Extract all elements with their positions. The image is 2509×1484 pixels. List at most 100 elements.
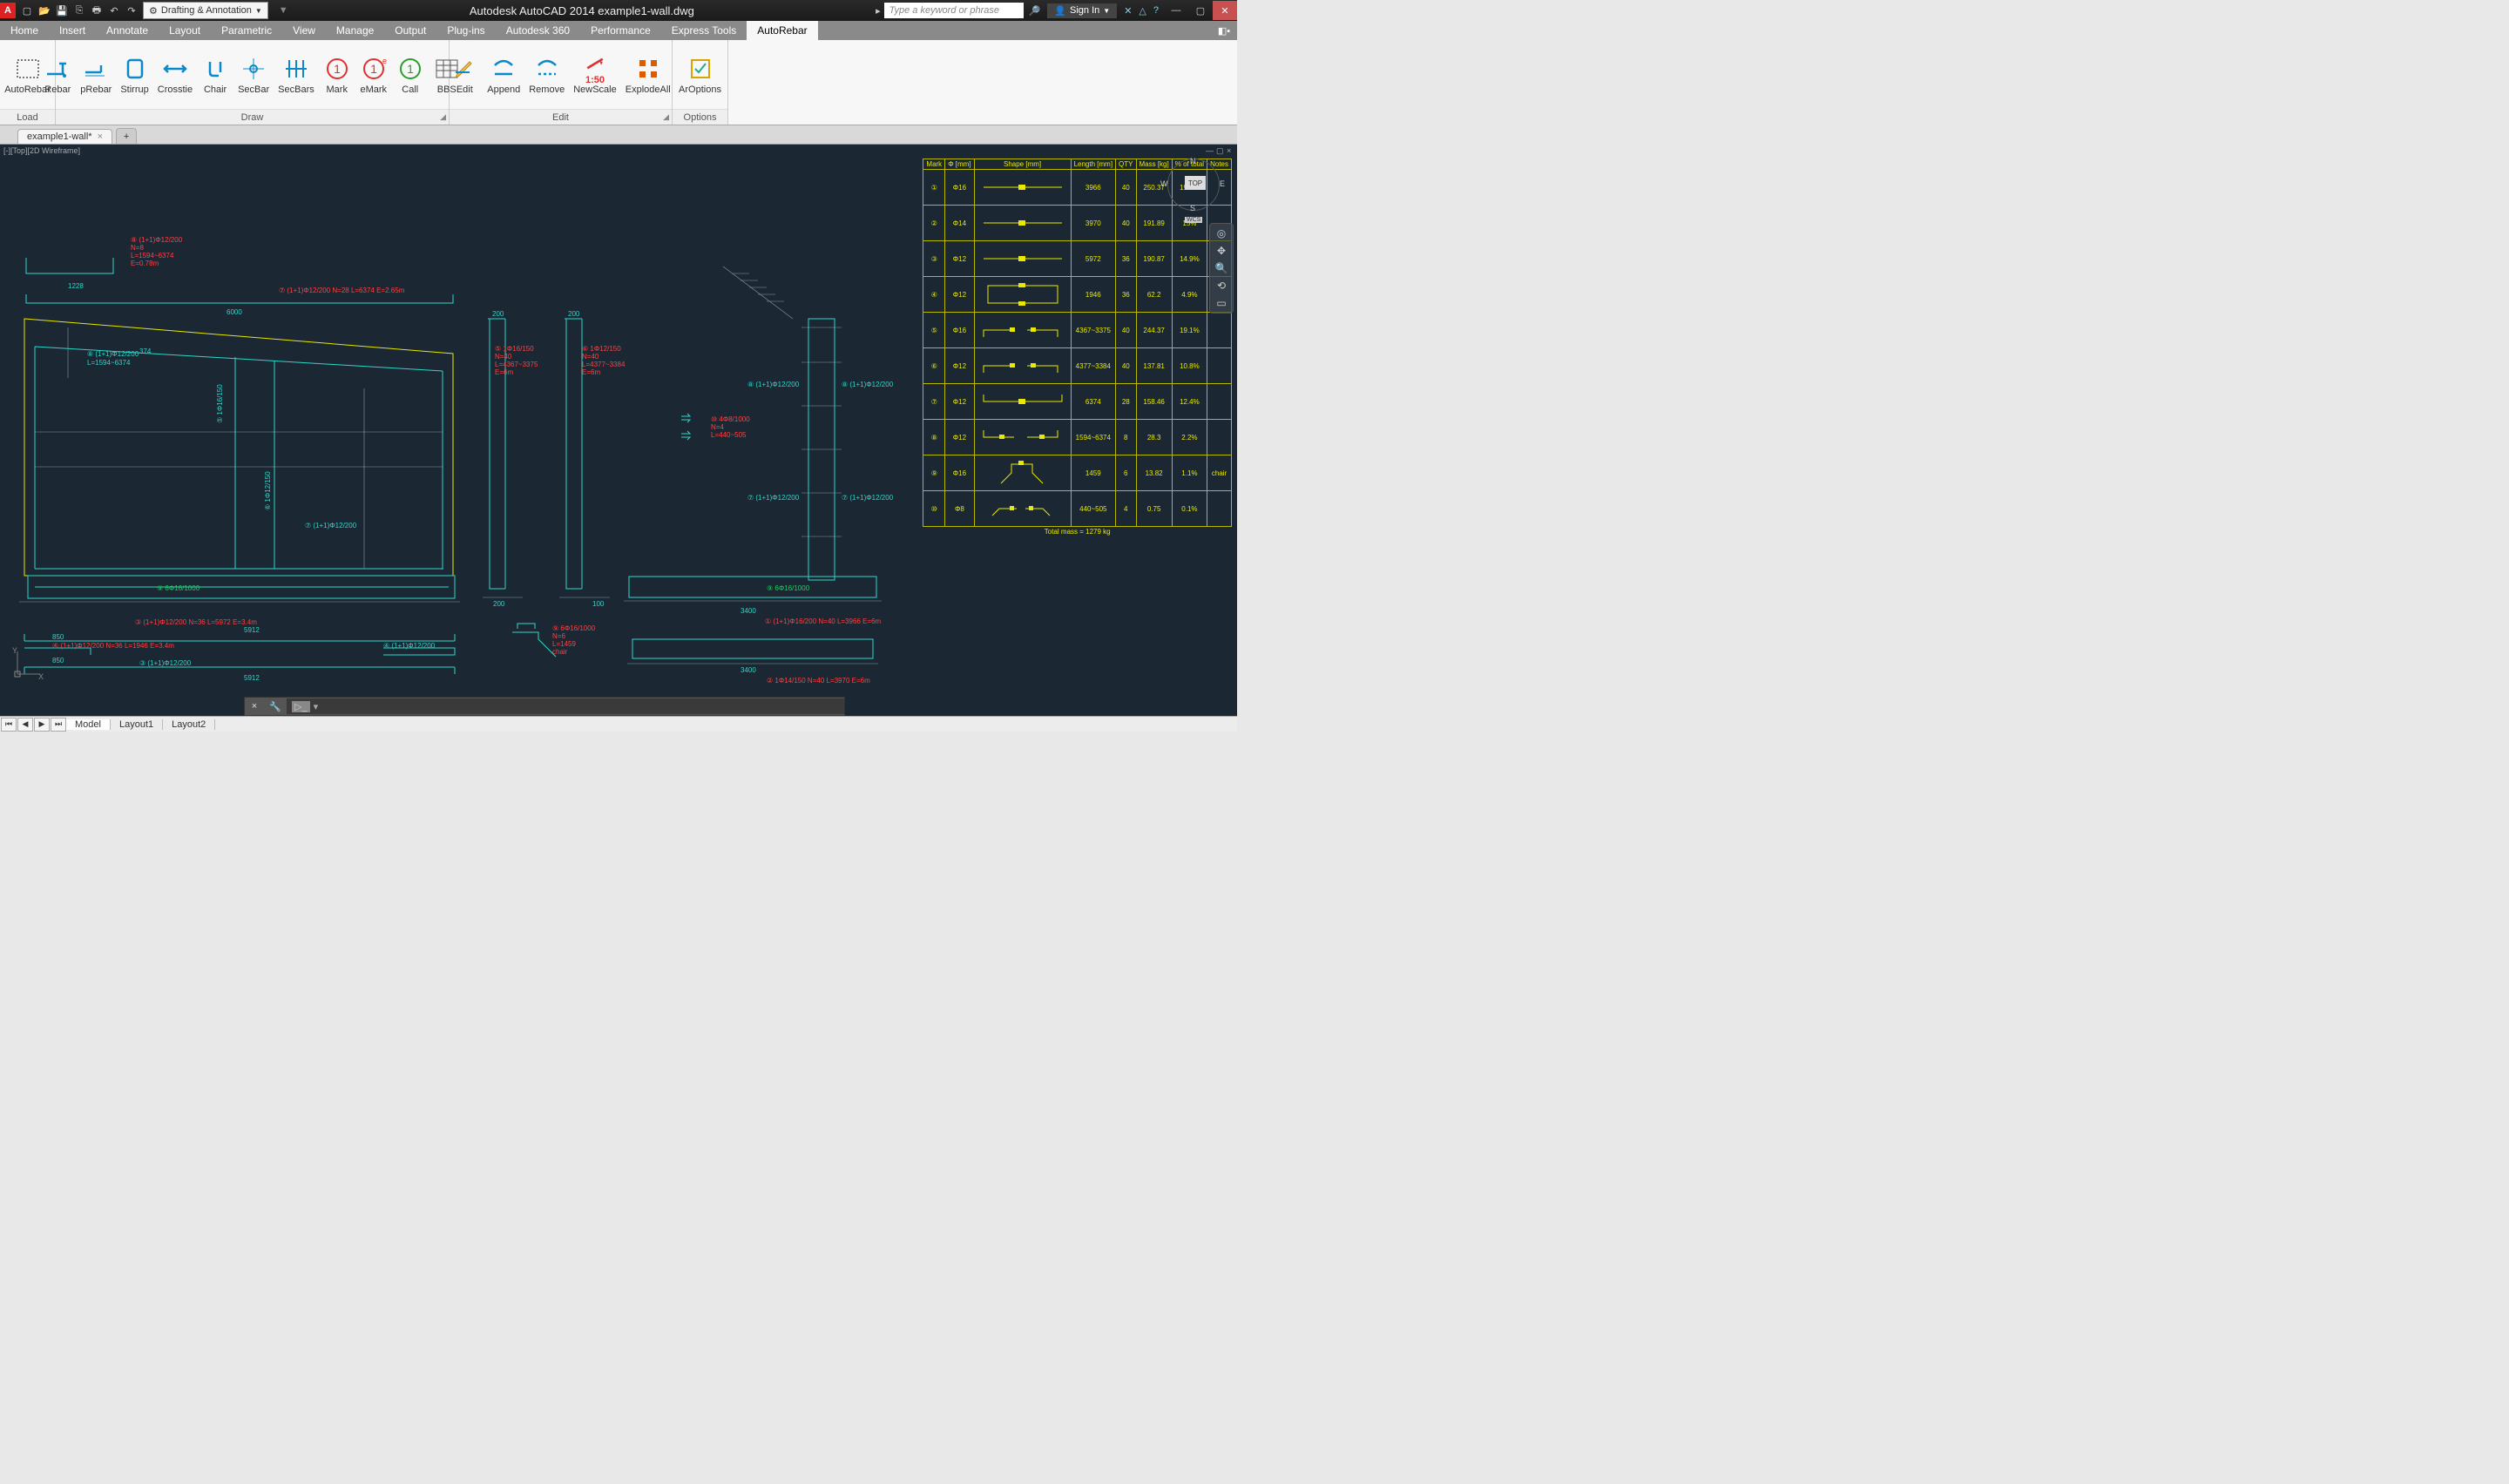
tab-manage[interactable]: Manage xyxy=(326,21,384,40)
next-layout-icon[interactable]: ▶ xyxy=(34,718,50,732)
tab-plug-ins[interactable]: Plug-ins xyxy=(436,21,495,40)
last-layout-icon[interactable]: ⏭ xyxy=(51,718,66,732)
app-menu-icon[interactable]: A xyxy=(0,3,16,18)
cmd-customize-icon[interactable]: 🔧 xyxy=(266,698,285,715)
remove-button[interactable]: Remove xyxy=(525,53,568,97)
call-button[interactable]: 1Call xyxy=(393,53,428,97)
svg-text:⑧ (1+1)Φ12/200: ⑧ (1+1)Φ12/200 xyxy=(842,381,894,388)
schedule-row: ⑦Φ12637428158.4612.4% xyxy=(923,384,1232,420)
zoom-icon[interactable]: 🔍 xyxy=(1215,262,1228,274)
viewport-close-icon[interactable]: × xyxy=(1227,146,1235,155)
redo-icon[interactable]: ↷ xyxy=(124,3,139,18)
orbit-icon[interactable]: ⟲ xyxy=(1217,280,1226,292)
workspace-selector[interactable]: ⚙ Drafting & Annotation ▼ xyxy=(143,2,268,19)
svg-text:100: 100 xyxy=(592,600,605,608)
save-icon[interactable]: 💾 xyxy=(54,3,70,18)
schedule-total: Total mass = 1279 kg xyxy=(923,527,1232,537)
steering-wheel-icon[interactable]: ◎ xyxy=(1217,227,1226,239)
stirrup-icon xyxy=(121,55,149,83)
rebar-icon xyxy=(44,55,71,83)
schedule-row: ⑧Φ121594~6374828.32.2% xyxy=(923,420,1232,455)
secbars-button[interactable]: SecBars xyxy=(274,53,318,97)
showmotion-icon[interactable]: ▭ xyxy=(1216,297,1226,309)
prev-layout-icon[interactable]: ◀ xyxy=(17,718,33,732)
viewport-max-icon[interactable]: ▢ xyxy=(1216,146,1225,155)
layout-tab-layout1[interactable]: Layout1 xyxy=(111,719,163,730)
viewport-min-icon[interactable]: — xyxy=(1206,146,1214,155)
title-bar: A ▢ 📂 💾 ⎘ 🖶 ↶ ↷ ⚙ Drafting & Annotation … xyxy=(0,0,1237,21)
featured-apps-icon[interactable]: ◧▪ xyxy=(1211,21,1237,40)
minimize-button[interactable]: — xyxy=(1164,1,1188,20)
secbar-button[interactable]: SecBar xyxy=(234,53,273,97)
infocenter-search[interactable]: Type a keyword or phrase xyxy=(884,3,1024,18)
stirrup-button[interactable]: Stirrup xyxy=(117,53,152,97)
cmd-prompt-icon: ▷_ xyxy=(292,701,310,712)
close-tab-icon[interactable]: × xyxy=(98,132,103,142)
svg-text:⑤ 1Φ16/150: ⑤ 1Φ16/150 xyxy=(216,384,224,423)
layout-tab-bar: ⏮ ◀ ▶ ⏭ ModelLayout1Layout2 xyxy=(0,716,1237,732)
first-layout-icon[interactable]: ⏮ xyxy=(1,718,17,732)
view-cube[interactable]: TOP N S E W WCS xyxy=(1167,159,1220,211)
mark-button[interactable]: 1Mark xyxy=(320,53,355,97)
svg-text:1: 1 xyxy=(370,62,377,76)
emark-button[interactable]: 1eeMark xyxy=(356,53,391,97)
new-icon[interactable]: ▢ xyxy=(19,3,35,18)
tab-performance[interactable]: Performance xyxy=(580,21,661,40)
exchange-icon[interactable]: ✕ xyxy=(1124,5,1132,17)
binoculars-icon[interactable]: 🔎 xyxy=(1029,5,1041,17)
new-tab-button[interactable]: + xyxy=(116,128,137,144)
tab-layout[interactable]: Layout xyxy=(159,21,211,40)
svg-text:850: 850 xyxy=(52,633,64,641)
sign-in-button[interactable]: 👤 Sign In ▼ xyxy=(1047,3,1117,18)
tab-home[interactable]: Home xyxy=(0,21,49,40)
drawing-canvas[interactable]: — ▢ × [-][Top][2D Wireframe] 1228 ⑧ (1+1… xyxy=(0,145,1237,716)
open-icon[interactable]: 📂 xyxy=(37,3,52,18)
tab-autorebar[interactable]: AutoRebar xyxy=(747,21,817,40)
tab-insert[interactable]: Insert xyxy=(49,21,96,40)
svg-text:⑨ 6Φ16/1000: ⑨ 6Φ16/1000 xyxy=(157,584,200,592)
panel-expand-icon[interactable]: ◢ xyxy=(440,112,446,122)
command-line[interactable]: × 🔧 ▷_ ▾ xyxy=(244,697,845,716)
tab-express-tools[interactable]: Express Tools xyxy=(661,21,747,40)
tab-annotate[interactable]: Annotate xyxy=(96,21,159,40)
a360-icon[interactable]: △ xyxy=(1139,5,1146,17)
svg-text:200: 200 xyxy=(568,310,580,318)
aroptions-button[interactable]: ArOptions xyxy=(675,53,725,97)
chair-button[interactable]: Chair xyxy=(198,53,233,97)
help-icon[interactable]: ? xyxy=(1153,5,1159,16)
svg-text:③ (1+1)Φ12/200 N=36 L=5972: ③ (1+1)Φ12/200 N=36 L=5972 E=3.4m xyxy=(135,618,257,626)
rebar-button[interactable]: Rebar xyxy=(40,53,75,97)
window-title: Autodesk AutoCAD 2014 example1-wall.dwg xyxy=(288,4,876,17)
tab-output[interactable]: Output xyxy=(384,21,436,40)
svg-text:E=6m: E=6m xyxy=(495,368,513,376)
tab-autodesk-360[interactable]: Autodesk 360 xyxy=(496,21,580,40)
append-button[interactable]: Append xyxy=(484,53,524,97)
file-tab[interactable]: example1-wall* × xyxy=(17,129,112,144)
explodeall-button[interactable]: ExplodeAll xyxy=(622,53,674,97)
signin-label: Sign In xyxy=(1070,5,1099,16)
svg-text:1228: 1228 xyxy=(68,282,84,290)
cmd-close-icon[interactable]: × xyxy=(245,698,264,715)
tab-view[interactable]: View xyxy=(282,21,326,40)
undo-icon[interactable]: ↶ xyxy=(106,3,122,18)
layout-tab-model[interactable]: Model xyxy=(66,719,111,730)
pan-icon[interactable]: ✥ xyxy=(1217,245,1226,257)
maximize-button[interactable]: ▢ xyxy=(1188,1,1213,20)
print-icon[interactable]: 🖶 xyxy=(89,3,105,18)
svg-text:⑨ 6Φ16/1000: ⑨ 6Φ16/1000 xyxy=(552,624,596,632)
close-button[interactable]: ✕ xyxy=(1213,1,1237,20)
svg-text:N=8: N=8 xyxy=(131,244,144,252)
panel-options: ArOptions Options xyxy=(673,40,728,125)
svg-text:1: 1 xyxy=(334,62,341,76)
layout-tab-layout2[interactable]: Layout2 xyxy=(163,719,215,730)
saveas-icon[interactable]: ⎘ xyxy=(71,3,87,18)
tab-parametric[interactable]: Parametric xyxy=(211,21,282,40)
prebar-button[interactable]: pRebar xyxy=(77,53,115,97)
navigation-bar[interactable]: ◎ ✥ 🔍 ⟲ ▭ xyxy=(1209,223,1234,314)
panel-expand-icon[interactable]: ◢ xyxy=(663,112,669,122)
svg-text:① (1+1)Φ16/200 N=40 L=3966: ① (1+1)Φ16/200 N=40 L=3966 E=6m xyxy=(765,617,882,625)
edit-button[interactable]: Edit xyxy=(447,53,482,97)
crosstie-button[interactable]: Crosstie xyxy=(154,53,196,97)
rebar-schedule-table: MarkΦ [mm]Shape [mm]Length [mm]QTYMass [… xyxy=(923,159,1232,536)
newscale-button[interactable]: 1:50NewScale xyxy=(570,53,620,97)
